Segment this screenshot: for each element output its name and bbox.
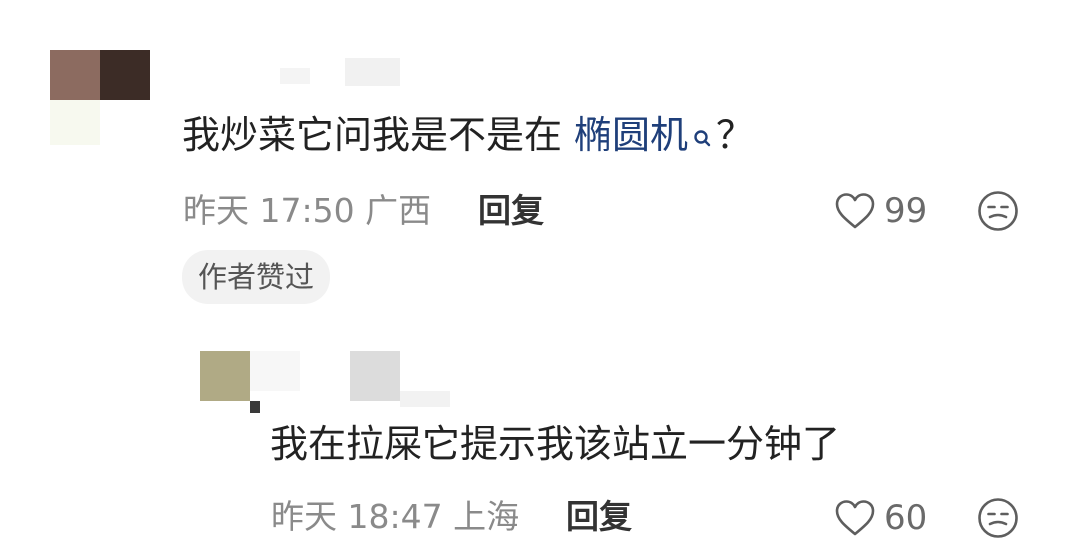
like-count: 60 — [884, 498, 928, 538]
location: 广西 — [365, 191, 432, 230]
timestamp: 昨天 18:47 — [271, 497, 443, 536]
like-count: 99 — [884, 191, 928, 231]
comment-text-suffix: ？ — [716, 113, 755, 157]
like-button[interactable]: 60 — [834, 496, 927, 540]
comment-meta: 昨天 18:47 上海 — [271, 497, 519, 537]
search-icon[interactable] — [692, 114, 714, 147]
search-keyword-link[interactable]: 椭圆机 — [562, 113, 714, 157]
author-liked-badge: 作者赞过 — [182, 250, 331, 304]
reply-button[interactable]: 回复 — [478, 191, 544, 231]
comment-meta: 昨天 17:50 广西 — [183, 191, 431, 231]
like-button[interactable]: 99 — [834, 189, 927, 233]
heart-icon — [835, 193, 875, 229]
dislike-face-icon[interactable] — [976, 496, 1020, 540]
heart-icon — [835, 500, 875, 536]
reply-button[interactable]: 回复 — [566, 497, 632, 537]
comment-text: 我在拉屎它提示我该站立一分钟了 — [270, 422, 841, 466]
search-keyword[interactable]: 椭圆机 — [574, 113, 688, 157]
comment-text: 我炒菜它问我是不是在 椭圆机 ？ — [182, 112, 754, 158]
dislike-face-icon[interactable] — [976, 189, 1020, 233]
location: 上海 — [453, 497, 520, 536]
comment-text-prefix: 我炒菜它问我是不是在 — [182, 113, 563, 157]
timestamp: 昨天 17:50 — [183, 191, 355, 230]
